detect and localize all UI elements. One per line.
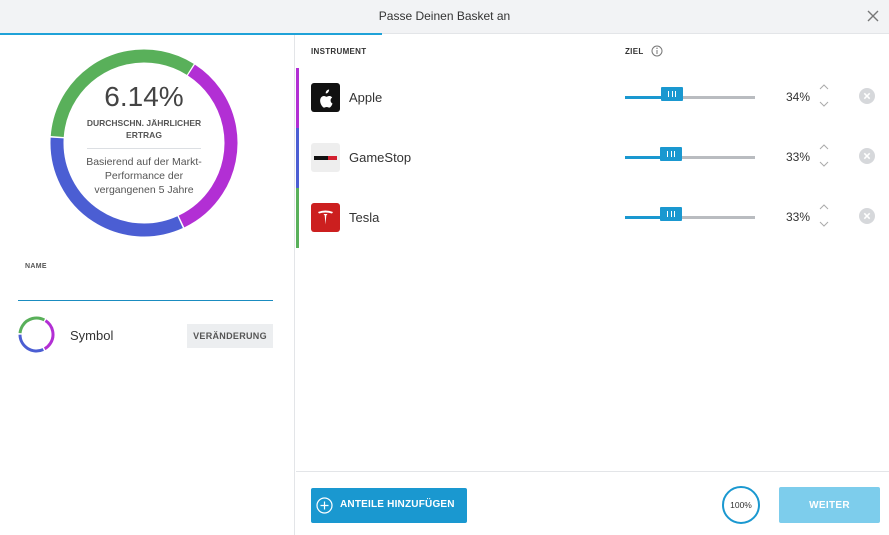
annual-return-value: 6.14%: [104, 81, 184, 112]
tesla-logo-icon: [311, 203, 340, 232]
name-field-label: NAME: [25, 263, 47, 270]
column-header-instrument: INSTRUMENT: [311, 47, 367, 56]
performance-note: Basierend auf der Markt-Performance der …: [86, 156, 202, 196]
percent-stepper[interactable]: [817, 141, 831, 173]
row-color-bar: [296, 188, 299, 248]
instrument-name: Apple: [349, 90, 383, 105]
chevron-down-icon: [819, 101, 829, 107]
dialog-title: Passe Deinen Basket an: [378, 9, 511, 23]
symbol-preview-ring: [18, 316, 55, 353]
apple-logo-icon: [311, 83, 340, 112]
percent-stepper[interactable]: [817, 201, 831, 233]
target-slider-track[interactable]: [625, 216, 755, 219]
close-icon[interactable]: [865, 8, 881, 24]
donut-center: 6.14% DURCHSCHN. JÄHRLICHER ERTRAG Basie…: [78, 77, 210, 197]
divider: [87, 148, 201, 149]
target-slider-track[interactable]: [625, 156, 755, 159]
target-percent: 33%: [785, 210, 810, 224]
instrument-row-apple: Apple 34%: [296, 68, 889, 128]
instrument-row-gamestop: GameStop 33%: [296, 128, 889, 188]
chevron-down-icon: [819, 161, 829, 167]
target-slider-handle[interactable]: [661, 87, 683, 101]
chevron-up-icon: [819, 144, 829, 150]
change-symbol-button[interactable]: VERÄNDERUNG: [187, 324, 273, 348]
instrument-name: Tesla: [349, 210, 380, 225]
plus-circle-icon: [316, 497, 333, 514]
remove-instrument-icon[interactable]: [859, 208, 875, 224]
percent-stepper[interactable]: [817, 81, 831, 113]
add-shares-button[interactable]: ANTEILE HINZUFÜGEN: [311, 488, 467, 523]
row-color-bar: [296, 68, 299, 128]
target-percent: 33%: [785, 150, 810, 164]
total-allocation-badge: 100%: [722, 486, 760, 524]
target-slider-handle[interactable]: [660, 147, 682, 161]
donut-segment-apple: [18, 316, 55, 353]
donut-segment-tesla: [18, 316, 55, 353]
target-percent: 34%: [785, 90, 810, 104]
instrument-name: GameStop: [349, 150, 412, 165]
target-slider-track[interactable]: [625, 96, 755, 99]
chevron-up-icon: [819, 204, 829, 210]
dialog-footer: ANTEILE HINZUFÜGEN 100% WEITER: [296, 471, 889, 535]
target-slider-handle[interactable]: [660, 207, 682, 221]
row-color-bar: [296, 128, 299, 188]
donut-segment-gamestop: [18, 316, 55, 353]
add-shares-label: ANTEILE HINZUFÜGEN: [340, 499, 455, 510]
info-icon[interactable]: [651, 45, 663, 57]
column-header-target: ZIEL: [625, 47, 644, 56]
gamestop-logo-icon: [311, 143, 340, 172]
dialog-header: Passe Deinen Basket an: [0, 0, 889, 34]
name-input[interactable]: [18, 275, 273, 301]
symbol-label: Symbol: [70, 328, 114, 343]
remove-instrument-icon[interactable]: [859, 148, 875, 164]
instrument-panel: INSTRUMENT ZIEL Apple 34% GameStop 33% T…: [296, 35, 889, 535]
chevron-up-icon: [819, 84, 829, 90]
chevron-down-icon: [819, 221, 829, 227]
next-button[interactable]: WEITER: [779, 487, 880, 523]
basket-summary-panel: 6.14% DURCHSCHN. JÄHRLICHER ERTRAG Basie…: [0, 35, 295, 535]
annual-return-label: DURCHSCHN. JÄHRLICHER ERTRAG: [86, 118, 202, 140]
instrument-row-tesla: Tesla 33%: [296, 188, 889, 248]
remove-instrument-icon[interactable]: [859, 88, 875, 104]
